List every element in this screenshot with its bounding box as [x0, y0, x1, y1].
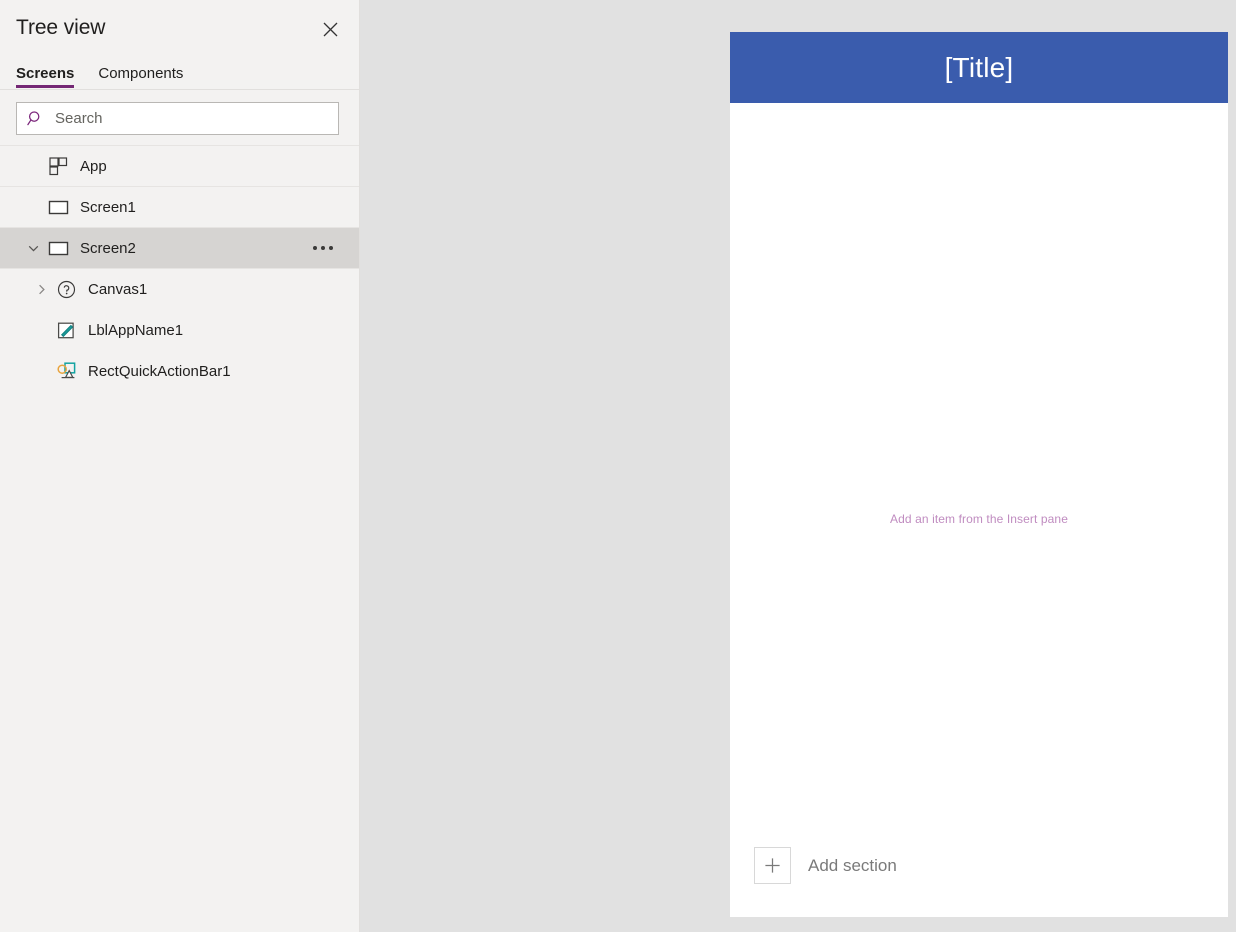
screen-title-label: [Title] — [944, 51, 1014, 83]
tree-item-label: RectQuickActionBar1 — [88, 362, 231, 380]
app-grid-icon — [46, 156, 70, 176]
chevron-down-icon[interactable] — [20, 242, 46, 255]
tab-components-label: Components — [98, 65, 184, 82]
screen-rectangle-icon — [46, 238, 70, 259]
tree-item-screen2[interactable]: Screen2 — [0, 227, 359, 269]
close-icon[interactable] — [315, 14, 345, 44]
tree-item-canvas1[interactable]: Canvas1 — [0, 268, 359, 310]
tab-screens[interactable]: Screens — [16, 65, 75, 88]
tree-item-rectquickactionbar1[interactable]: RectQuickActionBar1 — [0, 350, 359, 392]
tab-screens-label: Screens — [16, 65, 75, 82]
label-pencil-icon — [54, 321, 78, 340]
tree-item-label: Screen2 — [80, 239, 136, 257]
search-icon — [27, 110, 44, 127]
tree-item-label: Screen1 — [80, 198, 136, 216]
search-container — [0, 90, 359, 146]
chevron-right-icon[interactable] — [28, 283, 54, 296]
search-box[interactable] — [16, 102, 339, 135]
tree-item-lblappname1[interactable]: LblAppName1 — [0, 309, 359, 351]
add-section-label: Add section — [808, 855, 897, 875]
canvas-area: [Title] Add an item from the Insert pane… — [360, 0, 1236, 932]
tree-item-screen1[interactable]: Screen1 — [0, 186, 359, 228]
tree-item-label: App — [80, 157, 107, 175]
tree-list: App Screen1 Screen2 Canvas1 LblAppName1 … — [0, 145, 359, 392]
screen-rectangle-icon — [46, 197, 70, 218]
shapes-icon — [54, 361, 78, 382]
question-circle-icon — [54, 280, 78, 299]
tab-components[interactable]: Components — [98, 66, 183, 88]
panel-tabs: Screens Components — [0, 56, 359, 88]
tree-item-label: LblAppName1 — [88, 321, 184, 339]
add-section-button[interactable]: Add section — [754, 847, 897, 884]
search-input[interactable] — [55, 110, 330, 127]
more-options-icon[interactable] — [313, 246, 333, 250]
tree-item-app[interactable]: App — [0, 145, 359, 187]
tree-view-panel: Tree view Screens Components Search App … — [0, 0, 360, 932]
plus-icon[interactable] — [754, 847, 791, 884]
screen-title-bar[interactable]: [Title] — [730, 32, 1228, 103]
page-title: Tree view — [16, 16, 106, 39]
app-root: Tree view Screens Components Search App … — [0, 0, 1236, 932]
panel-header: Tree view — [0, 0, 359, 56]
empty-canvas-hint: Add an item from the Insert pane — [890, 512, 1068, 526]
tree-item-label: Canvas1 — [88, 280, 148, 298]
screen-body[interactable]: Add an item from the Insert pane Add sec… — [730, 103, 1228, 917]
app-screen-preview[interactable]: [Title] Add an item from the Insert pane… — [730, 32, 1228, 917]
